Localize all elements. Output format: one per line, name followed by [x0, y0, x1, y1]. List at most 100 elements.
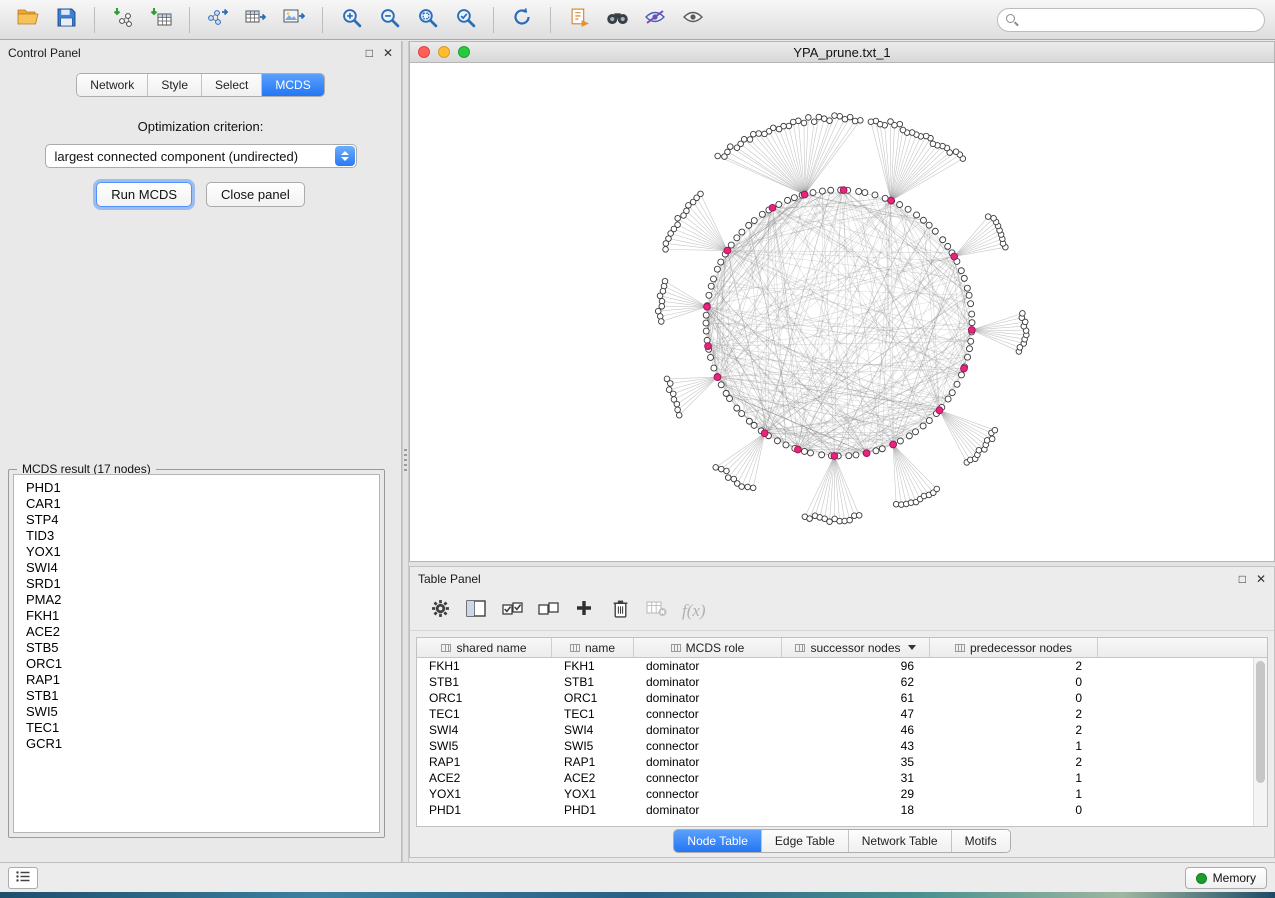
column-header-mcds-role[interactable]: MCDS role [634, 638, 782, 657]
network-node[interactable] [905, 206, 911, 212]
network-node[interactable] [953, 149, 959, 155]
table-scrollbar-thumb[interactable] [1256, 661, 1265, 783]
network-node[interactable] [913, 429, 919, 435]
table-cell[interactable]: connector [634, 739, 782, 753]
network-canvas[interactable] [410, 63, 1274, 561]
network-node[interactable] [966, 292, 972, 298]
column-header-name[interactable]: name [552, 638, 634, 657]
table-row[interactable]: STB1STB1dominator620 [417, 674, 1267, 690]
network-node[interactable] [739, 411, 745, 417]
network-node-dominator[interactable] [795, 446, 802, 453]
table-cell[interactable]: PHD1 [552, 803, 634, 817]
network-node[interactable] [711, 365, 717, 371]
network-node-dominator[interactable] [968, 327, 975, 334]
network-node[interactable] [750, 485, 756, 491]
column-header-successor-nodes[interactable]: successor nodes [782, 638, 930, 657]
table-row[interactable]: TEC1TEC1connector472 [417, 706, 1267, 722]
network-node[interactable] [949, 390, 955, 396]
network-node[interactable] [862, 190, 868, 196]
table-cell[interactable]: SWI4 [417, 723, 552, 737]
network-node[interactable] [832, 113, 838, 119]
select-all-rows-button[interactable] [496, 597, 528, 625]
table-row[interactable]: PHD1PHD1dominator180 [417, 802, 1267, 818]
network-node[interactable] [964, 285, 970, 291]
network-node[interactable] [663, 241, 669, 247]
export-image-button[interactable] [276, 5, 312, 35]
network-node[interactable] [747, 137, 753, 143]
table-cell[interactable]: 18 [782, 803, 930, 817]
network-node[interactable] [711, 276, 717, 282]
network-node[interactable] [756, 131, 762, 137]
network-node[interactable] [658, 319, 664, 325]
table-cell[interactable]: ORC1 [552, 691, 634, 705]
network-node[interactable] [900, 127, 906, 133]
table-cell[interactable]: dominator [634, 723, 782, 737]
network-node[interactable] [727, 144, 733, 150]
network-node[interactable] [914, 212, 920, 218]
network-node-dominator[interactable] [704, 303, 711, 310]
network-node[interactable] [888, 119, 894, 125]
close-panel-icon[interactable]: ✕ [1256, 573, 1266, 585]
mcds-result-item[interactable]: SWI4 [14, 560, 379, 576]
network-node[interactable] [991, 215, 997, 221]
mcds-result-item[interactable]: GCR1 [14, 736, 379, 752]
table-cell[interactable]: FKH1 [417, 659, 552, 673]
table-scrollbar[interactable] [1253, 658, 1267, 826]
network-node[interactable] [897, 121, 903, 127]
mcds-result-item[interactable]: ORC1 [14, 656, 379, 672]
table-cell[interactable]: RAP1 [552, 755, 634, 769]
search-network-button[interactable] [599, 5, 635, 35]
apply-layout-button[interactable] [504, 5, 540, 35]
zoom-in-button[interactable] [333, 5, 369, 35]
network-node[interactable] [734, 145, 740, 151]
network-node-dominator[interactable] [936, 407, 943, 414]
network-node[interactable] [989, 436, 995, 442]
close-panel-icon[interactable]: ✕ [383, 47, 393, 59]
network-node[interactable] [958, 372, 964, 378]
network-node[interactable] [856, 188, 862, 194]
table-cell[interactable]: 29 [782, 787, 930, 801]
network-node[interactable] [906, 433, 912, 439]
mcds-result-item[interactable]: SWI5 [14, 704, 379, 720]
network-node[interactable] [847, 517, 853, 523]
network-node[interactable] [675, 407, 681, 413]
tab-edge-table[interactable]: Edge Table [762, 830, 849, 852]
table-row[interactable]: SWI5SWI5connector431 [417, 738, 1267, 754]
tab-network-table[interactable]: Network Table [849, 830, 952, 852]
mcds-result-item[interactable]: STB1 [14, 688, 379, 704]
tab-select[interactable]: Select [202, 74, 262, 96]
network-node-dominator[interactable] [714, 374, 721, 381]
network-node-dominator[interactable] [961, 365, 968, 372]
network-node[interactable] [807, 516, 813, 522]
network-node[interactable] [846, 453, 852, 459]
table-cell[interactable]: connector [634, 771, 782, 785]
network-node[interactable] [965, 354, 971, 360]
network-node[interactable] [751, 131, 757, 137]
network-node[interactable] [868, 119, 874, 125]
network-node-dominator[interactable] [724, 247, 731, 254]
table-cell[interactable]: 0 [930, 691, 1098, 705]
network-node[interactable] [762, 131, 768, 137]
table-cell[interactable]: FKH1 [552, 659, 634, 673]
network-node[interactable] [828, 187, 834, 193]
table-cell[interactable]: 1 [930, 771, 1098, 785]
close-panel-button[interactable]: Close panel [206, 182, 305, 207]
network-node[interactable] [715, 153, 721, 159]
mcds-result-item[interactable]: YOX1 [14, 544, 379, 560]
network-node[interactable] [920, 423, 926, 429]
close-window-icon[interactable] [418, 46, 430, 58]
function-builder-button[interactable]: f(x) [682, 601, 706, 621]
tab-node-table[interactable]: Node Table [674, 830, 762, 852]
network-node[interactable] [751, 422, 757, 428]
network-node[interactable] [776, 126, 782, 132]
delete-table-button[interactable] [640, 597, 672, 625]
table-cell[interactable]: ACE2 [417, 771, 552, 785]
tab-style[interactable]: Style [148, 74, 202, 96]
network-node[interactable] [746, 222, 752, 228]
table-cell[interactable]: 47 [782, 707, 930, 721]
network-node[interactable] [801, 120, 807, 126]
table-cell[interactable]: 62 [782, 675, 930, 689]
table-cell[interactable]: dominator [634, 755, 782, 769]
memory-button[interactable]: Memory [1185, 867, 1267, 889]
network-node-dominator[interactable] [840, 187, 847, 194]
